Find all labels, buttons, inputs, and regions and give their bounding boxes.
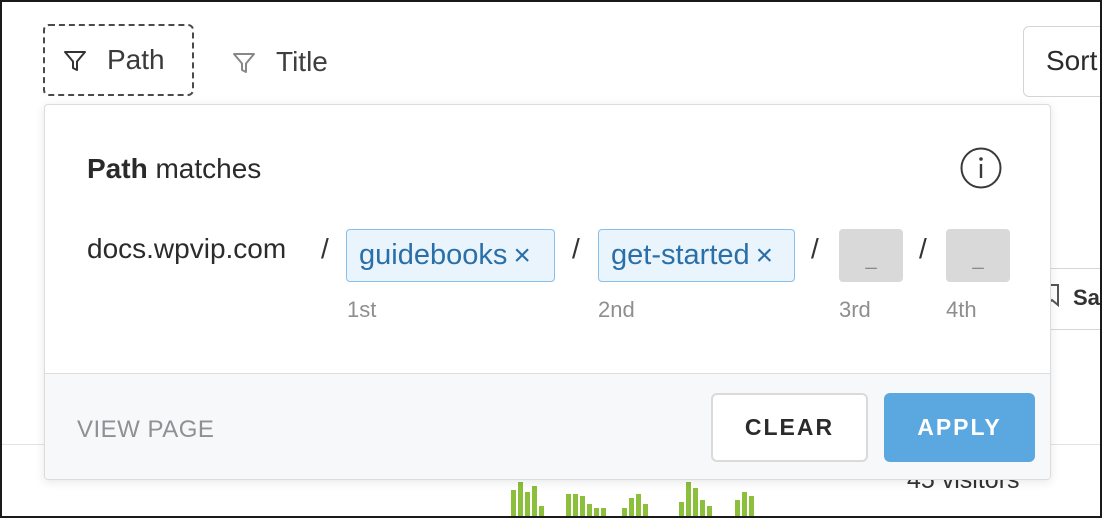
page-frame: Path Title Sort Sa t: [0, 0, 1102, 518]
path-separator: /: [811, 233, 819, 264]
spark-bar: [601, 508, 606, 516]
info-icon[interactable]: [959, 146, 1003, 190]
segment-ordinal: 3rd: [839, 297, 871, 322]
apply-button[interactable]: APPLY: [884, 393, 1035, 462]
spark-bar: [636, 494, 641, 516]
path-segment-1[interactable]: guidebooks ×: [346, 229, 555, 282]
path-segment-4[interactable]: _: [946, 229, 1010, 282]
spark-bar: [573, 494, 578, 516]
spark-bar: [511, 490, 516, 516]
segment-ordinal: 1st: [347, 297, 377, 322]
spark-bar: [580, 496, 585, 516]
spark-bar: [679, 502, 684, 516]
close-icon[interactable]: ×: [513, 240, 531, 271]
spark-bar: [629, 498, 634, 516]
spark-bar: [525, 492, 530, 516]
popover-title: Path matches: [87, 153, 261, 185]
segment-ordinal: 4th: [946, 297, 977, 322]
path-filter-button[interactable]: Path: [43, 24, 194, 96]
segment-value: guidebooks: [359, 239, 508, 271]
spark-bar: [539, 506, 544, 516]
spark-bar: [622, 508, 627, 516]
popover-title-bold: Path: [87, 153, 148, 184]
spark-bar: [693, 488, 698, 516]
path-domain: docs.wpvip.com: [87, 233, 287, 264]
spark-bar: [643, 504, 648, 516]
spark-bar: [594, 508, 599, 516]
funnel-icon: [232, 50, 256, 74]
spark-bar: [742, 492, 747, 516]
segment-value: get-started: [611, 239, 750, 271]
path-filter-label: Path: [107, 44, 165, 75]
spark-bar: [700, 500, 705, 516]
spark-bar: [532, 486, 537, 516]
path-segment-2[interactable]: get-started ×: [598, 229, 795, 282]
popover-title-rest: matches: [147, 153, 262, 184]
spark-bar: [749, 496, 754, 516]
title-filter-label: Title: [276, 46, 328, 77]
popover-footer: VIEW PAGE CLEAR APPLY: [45, 373, 1050, 479]
sort-dropdown[interactable]: Sort: [1023, 26, 1100, 97]
spark-bar: [518, 482, 523, 516]
spark-bar: [707, 506, 712, 516]
path-separator: /: [919, 233, 927, 264]
visitors-sparkline: [511, 482, 754, 516]
path-segment-3[interactable]: _: [839, 229, 903, 282]
save-label: Sa: [1073, 285, 1100, 310]
funnel-icon: [63, 48, 87, 72]
spark-bar: [587, 504, 592, 516]
close-icon[interactable]: ×: [756, 240, 774, 271]
clear-button[interactable]: CLEAR: [711, 393, 868, 462]
spark-bar: [735, 500, 740, 516]
path-filter-popover: Path matches docs.wpvip.com / guidebooks…: [44, 104, 1051, 480]
view-page-link[interactable]: VIEW PAGE: [77, 416, 214, 444]
title-filter-button[interactable]: Title: [232, 26, 362, 98]
path-separator: /: [321, 233, 329, 264]
segment-ordinal: 2nd: [598, 297, 635, 322]
path-separator: /: [572, 233, 580, 264]
spark-bar: [566, 494, 571, 516]
spark-bar: [686, 482, 691, 516]
